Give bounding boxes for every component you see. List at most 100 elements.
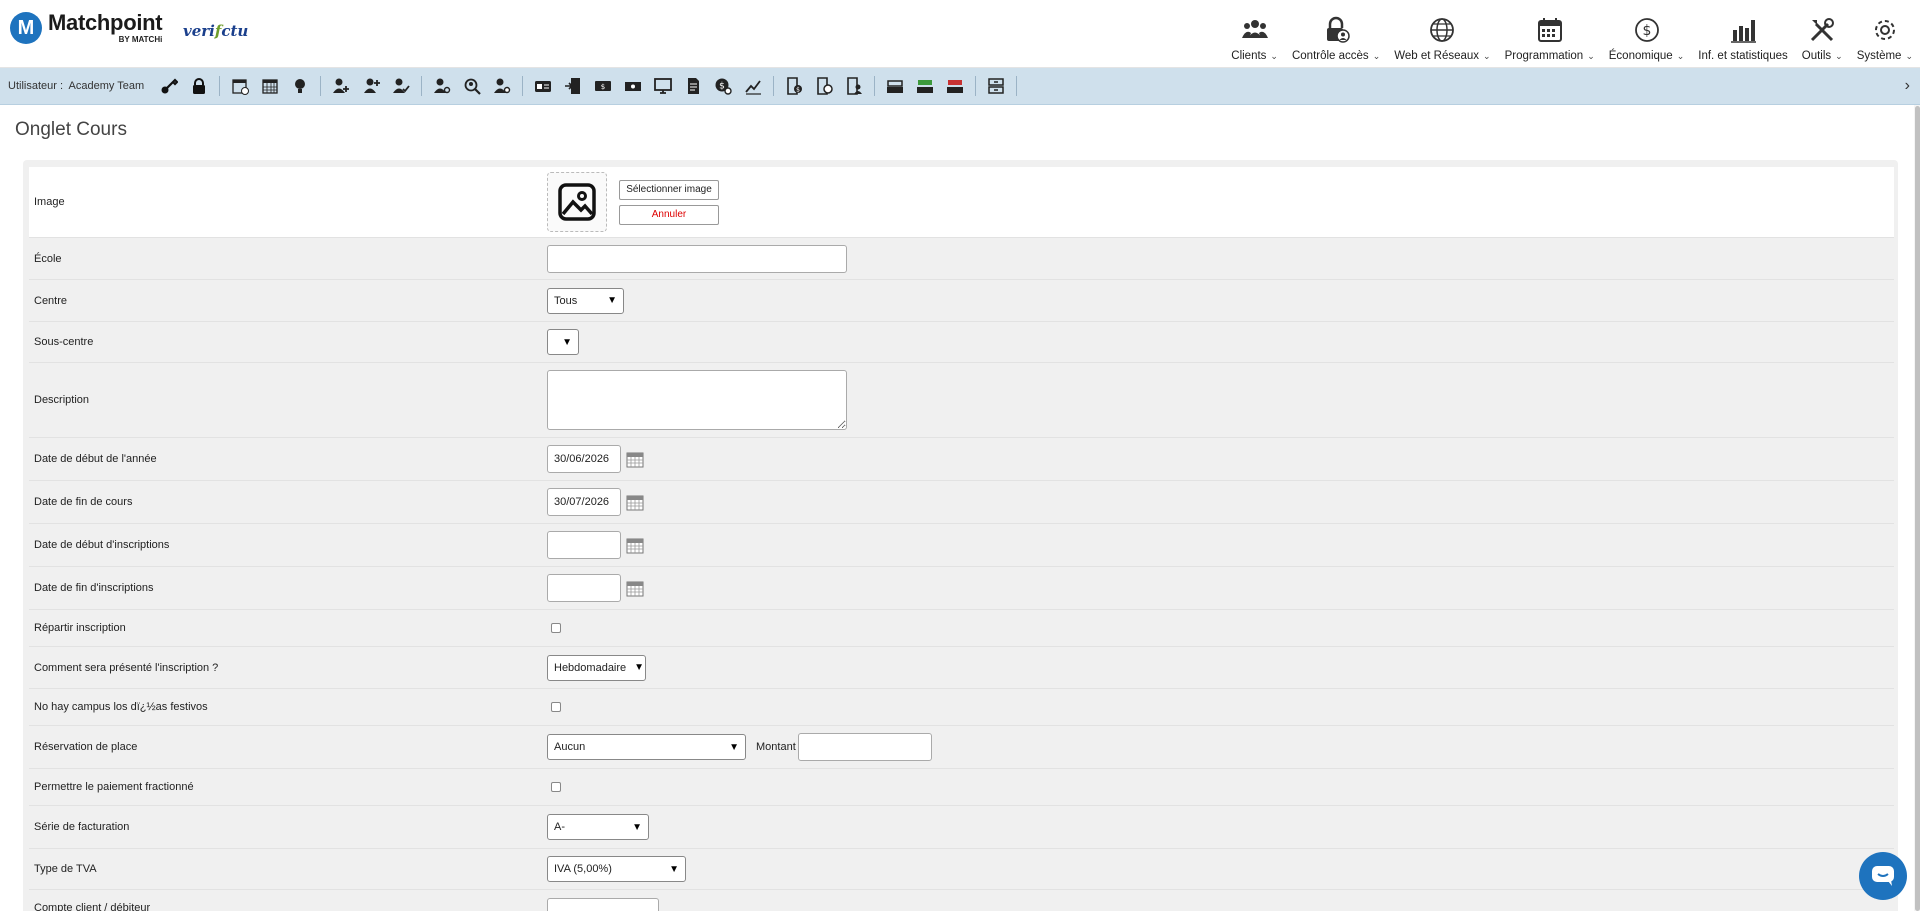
date-debut-annee-input[interactable]: 30/06/2026 — [547, 445, 621, 473]
dollar-icon: $ — [1634, 18, 1659, 42]
cash-icon[interactable] — [620, 73, 646, 99]
form-row-serie: Série de facturation A- ▼ — [29, 806, 1894, 849]
repartir-checkbox[interactable] — [551, 623, 561, 633]
id-card-icon[interactable] — [530, 73, 556, 99]
form-row-compte: Compte client / débiteur — [29, 890, 1894, 911]
calendar-grid-icon[interactable] — [257, 73, 283, 99]
menu-economique-label: Économique — [1608, 50, 1673, 62]
logo-by: BY MATCHi — [118, 35, 163, 44]
menu-programmation[interactable]: Programmation ⌄ — [1498, 6, 1602, 62]
menu-web-reseaux[interactable]: Web et Réseaux ⌄ — [1387, 6, 1497, 62]
paiement-fractionne-checkbox[interactable] — [551, 782, 561, 792]
invoice-money-icon[interactable]: $ — [781, 73, 807, 99]
tva-select[interactable]: IVA (5,00%) ▼ — [547, 856, 686, 882]
form-row-date-fin-inscriptions: Date de fin d'inscriptions — [29, 567, 1894, 610]
main-menu: Clients ⌄ Contrôle accès ⌄ Web et Réseaux ⌄… — [1224, 6, 1920, 62]
presentation-select[interactable]: Hebdomadaire ▼ — [547, 654, 646, 681]
archive-icon[interactable] — [983, 73, 1009, 99]
calendar-picker-icon[interactable] — [626, 450, 644, 468]
add-user-clock-icon[interactable] — [328, 73, 354, 99]
menu-outils[interactable]: Outils ⌄ — [1795, 6, 1850, 62]
festivos-checkbox[interactable] — [551, 702, 561, 712]
lock-icon[interactable] — [186, 73, 212, 99]
calendar-clock-icon[interactable] — [227, 73, 253, 99]
date-fin-cours-input[interactable]: 30/07/2026 — [547, 488, 621, 516]
calendar-picker-icon[interactable] — [626, 536, 644, 554]
festivos-label: No hay campus los dï¿½as festivos — [34, 701, 208, 713]
select-image-button[interactable]: Sélectionner image — [619, 179, 719, 200]
matchpoint-logo[interactable]: M Matchpoint BY MATCHi — [10, 12, 163, 44]
bar-chart-icon — [1731, 20, 1756, 43]
register-open-icon[interactable] — [912, 73, 938, 99]
user-check-icon[interactable] — [388, 73, 414, 99]
date-fin-cours-label: Date de fin de cours — [34, 496, 133, 508]
form-row-image: Image Sélectionner image Annuler — [29, 167, 1894, 238]
menu-statistiques[interactable]: Inf. et statistiques — [1691, 6, 1795, 62]
montant-input[interactable] — [797, 733, 932, 761]
user-zoom-icon[interactable] — [489, 73, 515, 99]
calendar-icon — [1537, 18, 1562, 42]
document-icon[interactable] — [680, 73, 706, 99]
compte-input[interactable] — [547, 898, 659, 911]
chevron-down-icon: ⌄ — [1835, 50, 1843, 61]
chat-button[interactable] — [1859, 852, 1907, 900]
form-row-date-fin-cours: Date de fin de cours 30/07/2026 — [29, 481, 1894, 524]
calendar-picker-icon[interactable] — [626, 493, 644, 511]
image-preview[interactable] — [547, 172, 607, 232]
form-row-ecole: École — [29, 238, 1894, 280]
menu-systeme-label: Système — [1856, 50, 1902, 62]
form-row-date-debut-inscriptions: Date de début d'inscriptions — [29, 524, 1894, 567]
tools-icon — [1811, 18, 1835, 42]
register-closed-icon[interactable] — [942, 73, 968, 99]
menu-programmation-label: Programmation — [1504, 50, 1584, 62]
register-icon[interactable] — [882, 73, 908, 99]
date-fin-inscriptions-input[interactable] — [547, 574, 621, 602]
form-row-date-debut-annee: Date de début de l'année 30/06/2026 — [29, 438, 1894, 481]
invoice-user-icon[interactable] — [841, 73, 867, 99]
chevron-right-icon[interactable]: › — [1905, 77, 1910, 95]
menu-clients[interactable]: Clients ⌄ — [1224, 6, 1285, 62]
page-scrollbar[interactable] — [1915, 106, 1920, 911]
ecole-label: École — [34, 252, 62, 265]
current-user: Utilisateur : Academy Team — [8, 80, 145, 92]
chevron-down-icon: ▼ — [562, 336, 572, 348]
key-icon[interactable] — [156, 73, 182, 99]
date-debut-inscriptions-input[interactable] — [547, 531, 621, 559]
door-enter-icon[interactable] — [560, 73, 586, 99]
trend-chart-icon[interactable] — [740, 73, 766, 99]
user-search-icon[interactable] — [429, 73, 455, 99]
coin-settings-icon[interactable]: $ — [710, 73, 736, 99]
tva-label: Type de TVA — [34, 863, 97, 875]
form-row-description: Description — [29, 363, 1894, 438]
add-user-icon[interactable] — [358, 73, 384, 99]
cancel-image-button[interactable]: Annuler — [619, 204, 719, 225]
description-label: Description — [34, 394, 90, 406]
serie-select[interactable]: A- ▼ — [547, 814, 649, 840]
calendar-picker-icon[interactable] — [626, 579, 644, 597]
menu-controle-acces[interactable]: Contrôle accès ⌄ — [1285, 6, 1387, 62]
chevron-down-icon: ▼ — [729, 741, 739, 753]
monitor-icon[interactable] — [650, 73, 676, 99]
form-row-reservation: Réservation de place Aucun ▼ Montant — [29, 726, 1894, 769]
menu-systeme[interactable]: Système ⌄ — [1850, 6, 1920, 62]
course-form: Image Sélectionner image Annuler École C… — [23, 160, 1898, 911]
chevron-down-icon: ⌄ — [1905, 50, 1913, 61]
invoice-settings-icon[interactable] — [811, 73, 837, 99]
form-row-paiement: Permettre le paiement fractionné — [29, 769, 1894, 806]
reservation-select[interactable]: Aucun ▼ — [547, 734, 746, 760]
paiement-label: Permettre le paiement fractionné — [34, 781, 194, 793]
centre-select[interactable]: Tous ▼ — [547, 287, 624, 314]
ticket-icon[interactable]: $ — [590, 73, 616, 99]
search-user-icon[interactable] — [459, 73, 485, 99]
menu-clients-label: Clients — [1231, 50, 1267, 62]
lightbulb-icon[interactable] — [287, 73, 313, 99]
chevron-down-icon: ▼ — [632, 821, 642, 833]
form-row-centre: Centre Tous ▼ — [29, 280, 1894, 322]
sous-centre-select[interactable]: ▼ — [547, 329, 579, 355]
description-textarea[interactable] — [547, 370, 847, 430]
date-fin-inscriptions-label: Date de fin d'inscriptions — [34, 582, 154, 594]
lock-user-icon — [1327, 16, 1350, 43]
menu-economique[interactable]: $ Économique ⌄ — [1602, 6, 1691, 62]
sous-centre-label: Sous-centre — [34, 336, 94, 348]
ecole-input[interactable] — [547, 244, 847, 273]
